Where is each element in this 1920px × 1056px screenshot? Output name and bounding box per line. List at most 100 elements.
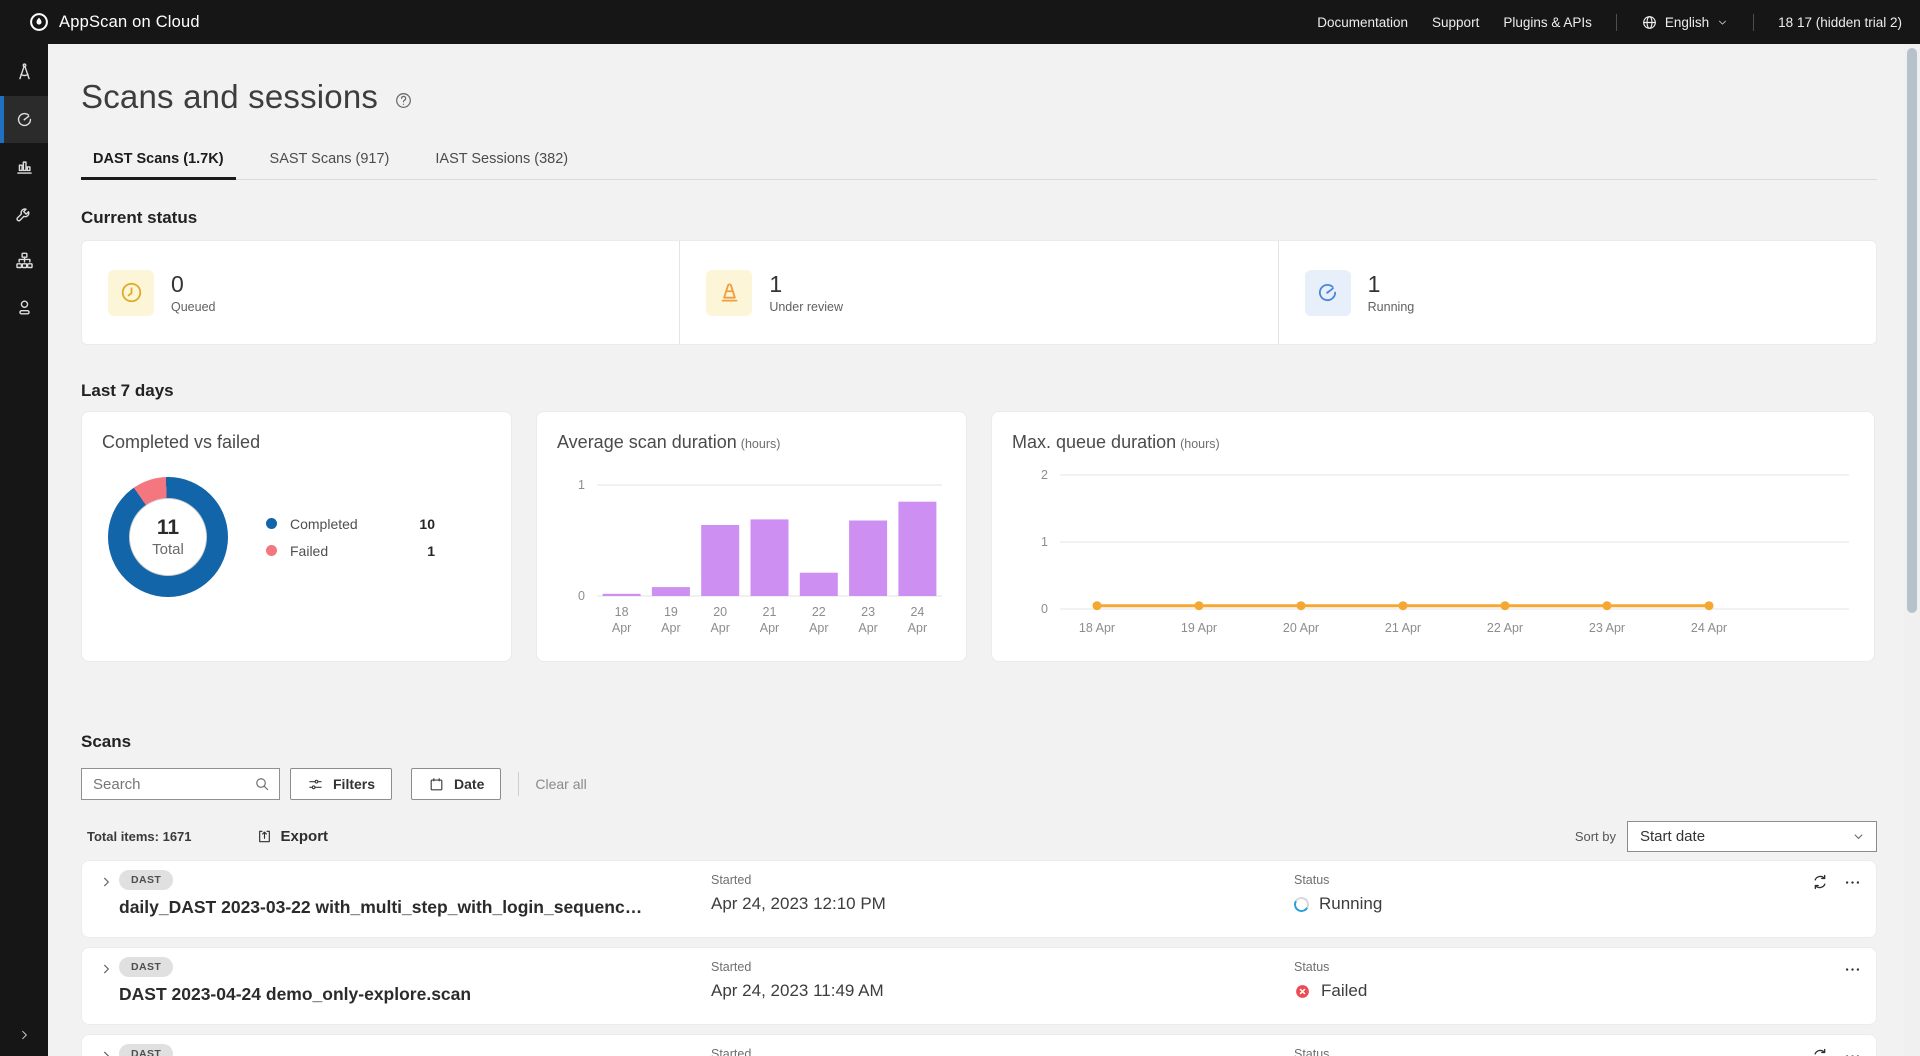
- chevron-down-icon: [1851, 829, 1866, 844]
- sidebar-item-applications[interactable]: [0, 49, 48, 96]
- scan-row: DAST daily_DAST 2023-03-22 with_multi_ste…: [81, 860, 1877, 938]
- svg-text:0: 0: [1041, 602, 1048, 616]
- divider: [1616, 14, 1617, 31]
- svg-text:Apr: Apr: [760, 621, 779, 635]
- tab-bar: DAST Scans (1.7K) SAST Scans (917) IAST Se…: [81, 142, 1877, 180]
- account-label[interactable]: 18 17 (hidden trial 2): [1778, 15, 1902, 30]
- sidebar-expand-button[interactable]: [0, 1020, 48, 1050]
- completed-vs-failed-card: Completed vs failed 11TotalCompleted10Fa…: [81, 411, 512, 662]
- svg-text:19 Apr: 19 Apr: [1181, 621, 1217, 635]
- last-7-days-heading: Last 7 days: [81, 381, 1877, 401]
- status-card-label: Queued: [171, 300, 215, 314]
- filters-icon: [307, 776, 324, 793]
- started-label: Started: [711, 1047, 751, 1056]
- svg-text:Apr: Apr: [858, 621, 877, 635]
- top-header: AppScan on Cloud Documentation Support Plu…: [0, 0, 1920, 44]
- expand-chevron-icon[interactable]: [99, 1049, 113, 1056]
- vertical-scrollbar: [1904, 44, 1920, 1056]
- scan-row: DASTStartedStatus: [81, 1034, 1877, 1056]
- expand-chevron-icon[interactable]: [99, 875, 113, 889]
- more-actions-icon[interactable]: [1843, 1047, 1862, 1056]
- clock-icon-glyph: [118, 279, 145, 306]
- svg-text:Apr: Apr: [612, 621, 631, 635]
- svg-text:18: 18: [615, 605, 629, 619]
- running-spinner-icon: [1292, 895, 1310, 913]
- status-label: Status: [1294, 1047, 1329, 1056]
- language-selector[interactable]: English: [1641, 14, 1729, 31]
- sort-by-select[interactable]: Start date: [1627, 821, 1877, 852]
- traffic-cone-icon-glyph: [716, 279, 743, 306]
- sidebar-item-profile[interactable]: [0, 284, 48, 331]
- sidebar-item-scans[interactable]: [0, 96, 48, 143]
- tab-iast[interactable]: IAST Sessions (382): [423, 142, 580, 180]
- header-link-plugins-apis[interactable]: Plugins & APIs: [1503, 15, 1592, 30]
- legend-item-failed: Failed1: [266, 543, 435, 559]
- started-value: Apr 24, 2023 12:10 PM: [711, 894, 886, 914]
- sidebar: [0, 44, 48, 1056]
- donut-chart: 11Total Completed10 Failed1: [102, 477, 491, 597]
- svg-text:24: 24: [910, 605, 924, 619]
- tab-sast[interactable]: SAST Scans (917): [258, 142, 402, 180]
- wrench-icon: [14, 203, 35, 224]
- donut-total-value: 11: [157, 516, 179, 540]
- avg-scan-duration-card: Average scan duration(hours) 1018Apr19Ap…: [536, 411, 967, 662]
- filters-button[interactable]: Filters: [290, 768, 392, 800]
- status-card-value: 0: [171, 271, 215, 297]
- donut-legend: Completed10 Failed1: [266, 516, 435, 559]
- more-actions-icon[interactable]: [1843, 873, 1862, 892]
- scan-rows: DAST daily_DAST 2023-03-22 with_multi_ste…: [81, 860, 1877, 1056]
- clock-icon: [108, 270, 154, 316]
- user-icon: [14, 297, 35, 318]
- svg-text:18 Apr: 18 Apr: [1079, 621, 1115, 635]
- more-actions-icon[interactable]: [1843, 960, 1862, 979]
- search-input[interactable]: [93, 776, 253, 793]
- status-card-body: 1Under review: [769, 271, 843, 314]
- chevron-down-icon: [1716, 16, 1729, 29]
- export-button[interactable]: Export: [256, 828, 329, 845]
- header-link-documentation[interactable]: Documentation: [1317, 15, 1408, 30]
- legend-dot: [266, 545, 277, 556]
- header-link-support[interactable]: Support: [1432, 15, 1479, 30]
- scrollbar-thumb[interactable]: [1907, 48, 1917, 613]
- scan-name-link[interactable]: daily_DAST 2023-03-22 with_multi_step_wi…: [119, 897, 642, 918]
- bar-chart: 1018Apr19Apr20Apr21Apr22Apr23Apr24Apr: [557, 465, 946, 639]
- started-label: Started: [711, 960, 751, 974]
- svg-text:23: 23: [861, 605, 875, 619]
- date-button[interactable]: Date: [411, 768, 501, 800]
- appscan-logo-icon: [28, 11, 50, 33]
- traffic-cone-icon: [706, 270, 752, 316]
- sidebar-item-organization[interactable]: [0, 237, 48, 284]
- svg-text:24 Apr: 24 Apr: [1691, 621, 1727, 635]
- language-label: English: [1665, 15, 1709, 30]
- legend-label: Completed: [290, 516, 395, 532]
- refresh-icon[interactable]: [1810, 872, 1830, 892]
- brand: AppScan on Cloud: [0, 11, 200, 33]
- expand-chevron-icon[interactable]: [99, 962, 113, 976]
- svg-text:20 Apr: 20 Apr: [1283, 621, 1319, 635]
- svg-text:22 Apr: 22 Apr: [1487, 621, 1523, 635]
- svg-text:20: 20: [713, 605, 727, 619]
- svg-text:Apr: Apr: [710, 621, 729, 635]
- status-card-under-review: 1Under review: [679, 241, 1277, 344]
- failed-icon: [1294, 983, 1311, 1000]
- legend-value: 10: [395, 516, 435, 532]
- svg-text:21 Apr: 21 Apr: [1385, 621, 1421, 635]
- status-card-body: 1Running: [1368, 271, 1415, 314]
- scan-type-badge: DAST: [119, 870, 173, 890]
- line-chart-title: Max. queue duration(hours): [1012, 432, 1854, 453]
- gauge-icon: [14, 109, 35, 130]
- help-icon[interactable]: [394, 91, 413, 110]
- scan-name-link[interactable]: DAST 2023-04-24 demo_only-explore.scan: [119, 984, 471, 1005]
- globe-icon: [1641, 14, 1658, 31]
- sidebar-item-reports[interactable]: [0, 143, 48, 190]
- svg-text:0: 0: [578, 589, 585, 603]
- clear-all-button[interactable]: Clear all: [535, 776, 586, 792]
- donut-center: 11Total: [129, 498, 207, 576]
- tab-dast[interactable]: DAST Scans (1.7K): [81, 142, 236, 180]
- refresh-icon[interactable]: [1810, 1046, 1830, 1056]
- scans-heading: Scans: [81, 732, 1877, 752]
- sidebar-item-tools[interactable]: [0, 190, 48, 237]
- status-card-value: 1: [769, 271, 843, 297]
- export-icon: [256, 828, 273, 845]
- status-card-value: 1: [1368, 271, 1415, 297]
